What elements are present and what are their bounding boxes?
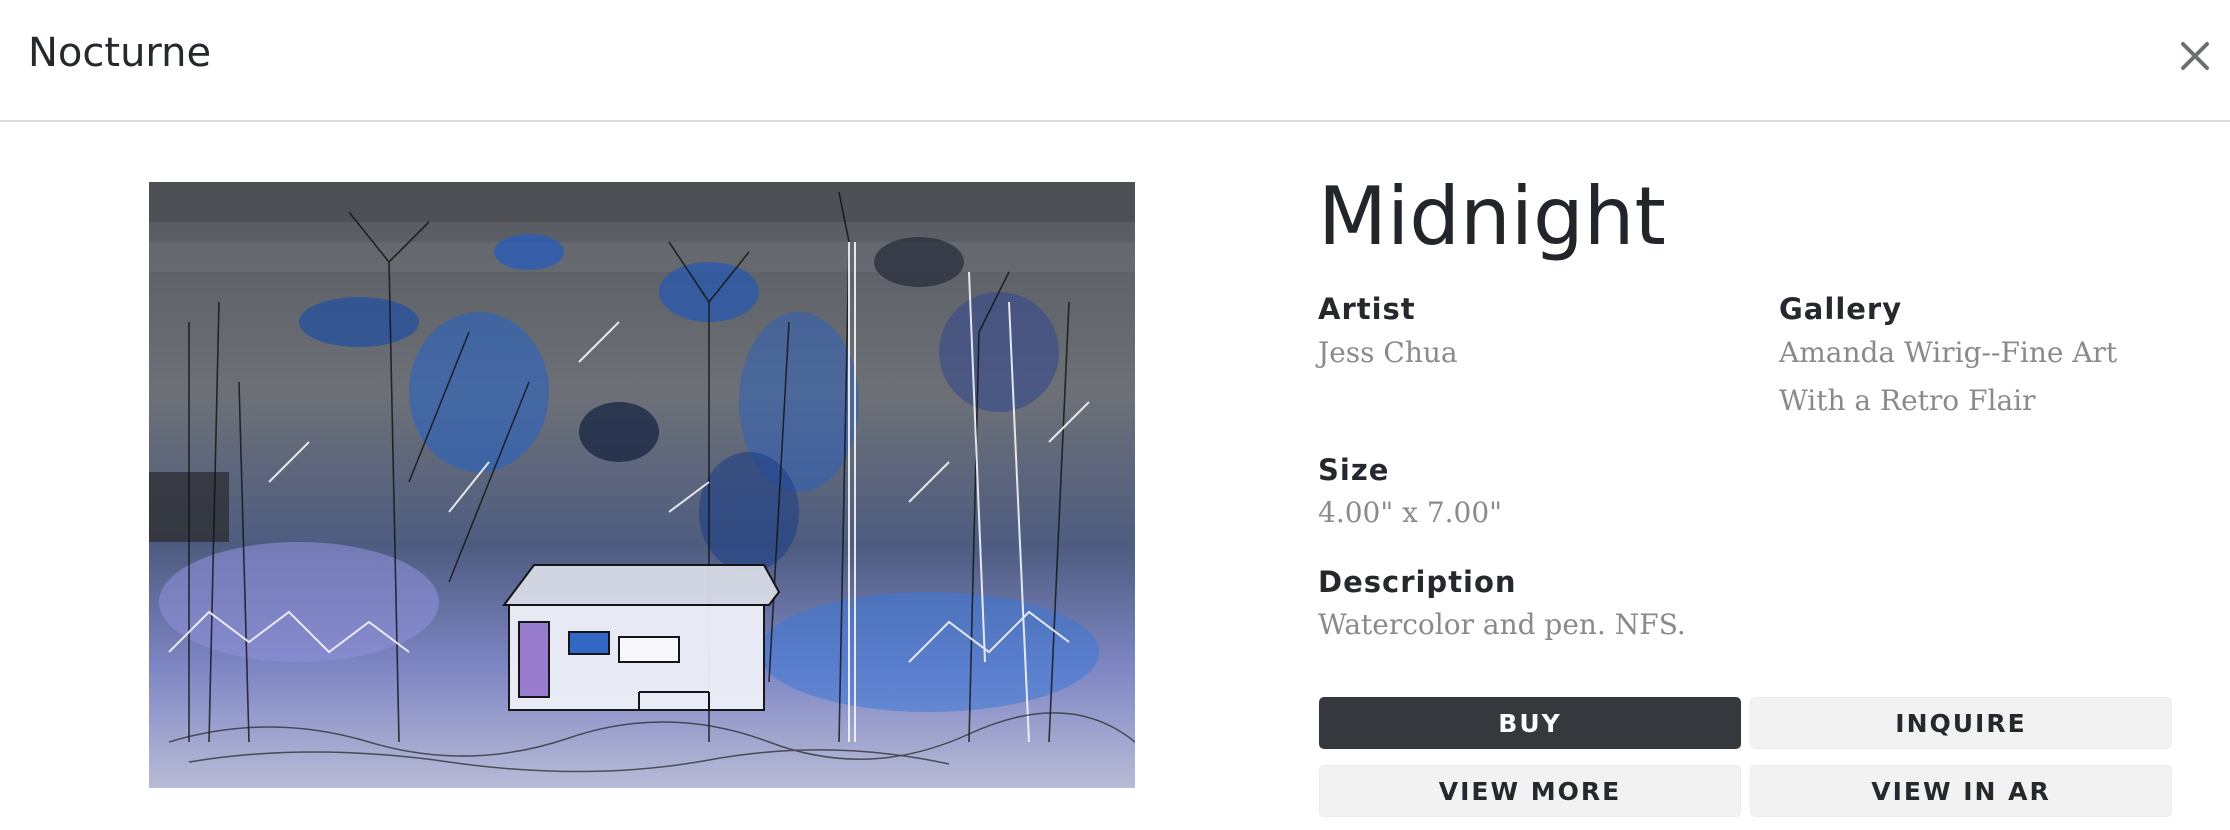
view-more-button[interactable]: VIEW MORE bbox=[1319, 765, 1741, 817]
modal-header: Nocturne bbox=[0, 0, 2230, 122]
gallery-name[interactable]: Amanda Wirig--Fine Art With a Retro Flai… bbox=[1779, 329, 2189, 425]
description-value: Watercolor and pen. NFS. bbox=[1318, 608, 1686, 641]
gallery-label: Gallery bbox=[1779, 292, 1903, 326]
view-in-ar-button[interactable]: VIEW IN AR bbox=[1750, 765, 2172, 817]
modal-title: Nocturne bbox=[28, 30, 212, 76]
inquire-button[interactable]: INQUIRE bbox=[1750, 697, 2172, 749]
close-icon bbox=[2181, 42, 2209, 70]
artist-label: Artist bbox=[1318, 292, 1416, 326]
description-label: Description bbox=[1318, 565, 1517, 599]
size-label: Size bbox=[1318, 453, 1390, 487]
size-value: 4.00" x 7.00" bbox=[1318, 496, 1503, 529]
buy-button[interactable]: BUY bbox=[1319, 697, 1741, 749]
artist-name: Jess Chua bbox=[1318, 336, 1458, 369]
close-button[interactable] bbox=[2175, 36, 2215, 76]
artwork-image[interactable] bbox=[149, 182, 1135, 788]
artwork-title: Midnight bbox=[1318, 170, 1666, 263]
